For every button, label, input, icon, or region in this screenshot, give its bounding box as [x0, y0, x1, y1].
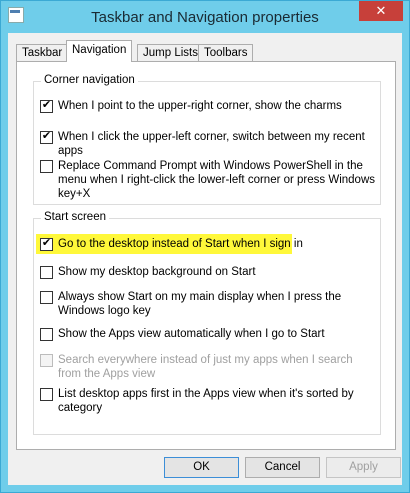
powershell-option[interactable]: Replace Command Prompt with Windows Powe… [40, 159, 375, 201]
option-label: Go to the desktop instead of Start when … [58, 238, 303, 250]
group-title: Start screen [41, 211, 109, 223]
checkbox [40, 354, 53, 367]
checkbox[interactable] [40, 100, 53, 113]
desktop-on-sign-in-option[interactable]: Go to the desktop instead of Start when … [36, 234, 380, 254]
option-label: Show my desktop background on Start [58, 266, 256, 278]
window-title: Taskbar and Navigation properties [91, 9, 319, 26]
checkbox[interactable] [40, 131, 53, 144]
tab-taskbar[interactable]: Taskbar [16, 44, 69, 61]
dialog-client: Taskbar Navigation Jump Lists Toolbars C… [8, 33, 402, 485]
option-label: Show the Apps view automatically when I … [58, 328, 325, 340]
option-label: When I point to the upper-right corner, … [58, 100, 342, 112]
tab-jump-lists[interactable]: Jump Lists [137, 44, 204, 61]
tab-toolbars[interactable]: Toolbars [198, 44, 254, 61]
checkbox[interactable] [40, 328, 53, 341]
option-label: Replace Command Prompt with Windows Powe… [58, 160, 376, 200]
ok-button[interactable]: OK [164, 457, 239, 478]
option-label: Search everywhere instead of just my app… [58, 354, 353, 380]
checkbox[interactable] [40, 388, 53, 401]
tab-navigation[interactable]: Navigation [66, 40, 133, 62]
title-bar[interactable]: Taskbar and Navigation properties ✕ [1, 1, 409, 33]
recent-apps-option[interactable]: When I click the upper-left corner, swit… [40, 130, 380, 158]
desktop-apps-first-option[interactable]: List desktop apps first in the Apps view… [40, 387, 375, 415]
checkbox[interactable] [40, 238, 53, 251]
checkbox[interactable] [40, 291, 53, 304]
checkbox[interactable] [40, 160, 53, 173]
search-everywhere-option: Search everywhere instead of just my app… [40, 353, 378, 381]
checkbox[interactable] [40, 266, 53, 279]
charms-option[interactable]: When I point to the upper-right corner, … [40, 99, 380, 113]
main-display-option[interactable]: Always show Start on my main display whe… [40, 290, 375, 318]
corner-navigation-group: Corner navigation When I point to the up… [33, 74, 381, 205]
option-label: Always show Start on my main display whe… [58, 291, 342, 317]
properties-window: Taskbar and Navigation properties ✕ Task… [0, 0, 410, 493]
group-title: Corner navigation [41, 74, 138, 86]
desktop-background-option[interactable]: Show my desktop background on Start [40, 265, 380, 279]
apply-button[interactable]: Apply [326, 457, 401, 478]
start-screen-group: Start screen Go to the desktop instead o… [33, 211, 381, 435]
apps-view-option[interactable]: Show the Apps view automatically when I … [40, 327, 380, 341]
cancel-button[interactable]: Cancel [245, 457, 320, 478]
navigation-tab-panel: Corner navigation When I point to the up… [16, 61, 396, 450]
option-label: When I click the upper-left corner, swit… [58, 131, 365, 157]
close-button[interactable]: ✕ [359, 1, 403, 21]
option-label: List desktop apps first in the Apps view… [58, 388, 354, 414]
